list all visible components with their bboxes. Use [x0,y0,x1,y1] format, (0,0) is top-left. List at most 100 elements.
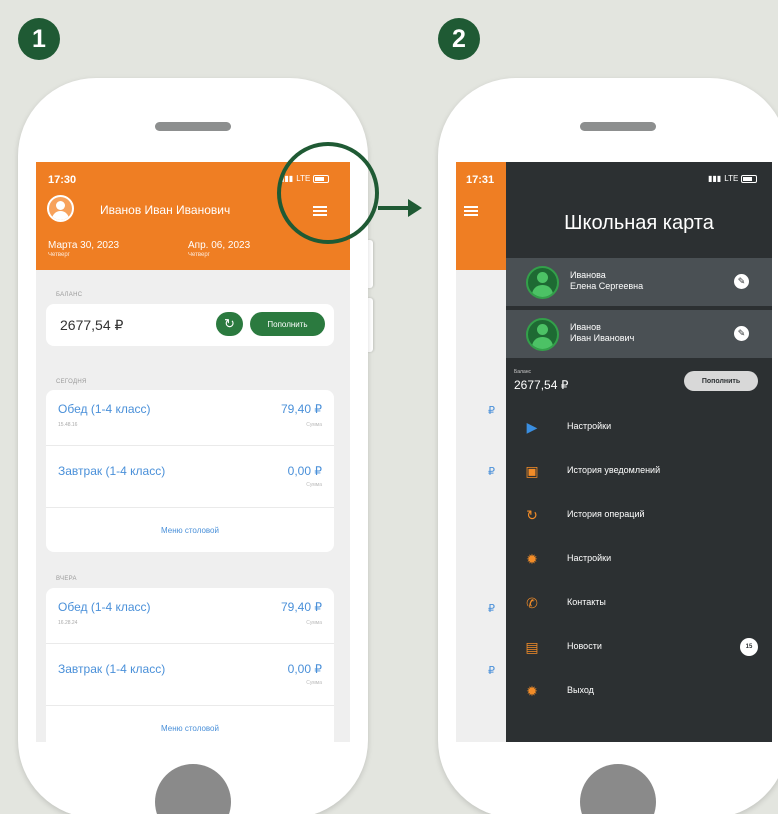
logout-icon: ✹ [526,683,538,699]
profile-name: Иванов Иван Иванович [570,322,634,344]
background-price: ₽ [488,405,495,417]
topup-button[interactable]: Пополнить [250,312,325,336]
network-label: LTE [724,174,739,183]
profile-row[interactable]: Иванова Елена Сергеевна ✎ [506,258,772,306]
battery-icon [741,174,758,183]
menu-item-label: Настройки [567,421,612,431]
date-weekday: Четверг [188,252,210,258]
menu-item-logout[interactable]: ✹ Выход [506,670,772,714]
phone-mockup-2: 17:31 ₽ ₽ ₽ ₽ ▮▮▮ LTE Школьная карта Ива… [438,78,778,814]
meal-row[interactable]: Обед (1-4 класс) 15.48.16 79,40 ₽ Сумма [46,390,334,446]
menu-item-news[interactable]: ▤ Новости 15 [506,626,772,670]
highlight-circle [277,142,379,244]
meal-time: 16.28.24 [58,620,78,626]
profile-name: Иванова Елена Сергеевна [570,270,643,292]
background-price: ₽ [488,603,495,615]
news-icon: ▤ [525,639,539,655]
menu-item-contacts[interactable]: ✆ Контакты [506,582,772,626]
meal-row[interactable]: Обед (1-4 класс) 16.28.24 79,40 ₽ Сумма [46,588,334,644]
menu-item-settings[interactable]: ▶ Настройки [506,406,772,450]
meal-price-label: Сумма [306,422,322,428]
date-from[interactable]: Марта 30, 2023 Четверг [48,240,119,258]
profile-row[interactable]: Иванов Иван Иванович ✎ [506,310,772,358]
today-card: Обед (1-4 класс) 15.48.16 79,40 ₽ Сумма … [46,390,334,552]
phone-speaker [155,122,231,131]
background-price: ₽ [488,466,495,478]
status-time: 17:31 [466,174,495,186]
news-count-badge: 15 [740,638,758,656]
status-time: 17:30 [48,174,77,186]
date-value: Марта 30, 2023 [48,240,120,251]
today-section-label: СЕГОДНЯ [56,379,87,385]
meal-price: 79,40 ₽ [281,600,322,614]
step-1-badge: 1 [18,18,60,60]
phone-speaker [580,122,656,131]
canteen-menu-link[interactable]: Меню столовой [46,526,334,535]
operations-history-icon: ↻ [526,507,538,523]
home-button [155,764,231,814]
meal-price: 0,00 ₽ [287,464,322,478]
menu-item-label: Новости [567,641,602,651]
menu-item-operations-history[interactable]: ↻ История операций [506,494,772,538]
header-user-name[interactable]: Иванов Иван Иванович [100,203,230,217]
signal-icon: ▮▮▮ [708,174,722,183]
menu-icon[interactable] [464,206,478,216]
menu-item-label: Контакты [567,597,606,607]
drawer-topup-button[interactable]: Пополнить [684,371,758,391]
app-screen-main: 17:30 ▮▮▮ LTE Иванов Иван Иванович Марта… [36,162,350,742]
background-price: ₽ [488,665,495,677]
canteen-menu-link[interactable]: Меню столовой [46,724,334,733]
refresh-icon: ↻ [224,316,235,331]
profile-first-name: Иван Иванович [570,333,635,343]
meal-name: Завтрак (1-4 класс) [58,464,166,478]
menu-item-label: Настройки [567,553,612,563]
menu-item-label: История уведомлений [567,465,661,475]
profile-first-name: Елена Сергеевна [570,281,644,291]
menu-item-label: Выход [567,685,594,695]
meal-name: Завтрак (1-4 класс) [58,662,166,676]
avatar[interactable] [47,195,74,222]
step-2-badge: 2 [438,18,480,60]
meal-time: 15.48.16 [58,422,78,428]
balance-card: 2677,54 ₽ ↻ Пополнить [46,304,334,346]
phone-icon: ✆ [526,595,538,611]
meal-row[interactable]: Завтрак (1-4 класс) 0,00 ₽ Сумма [46,644,334,706]
menu-item-notifications-history[interactable]: ▣ История уведомлений [506,450,772,494]
meal-price-label: Сумма [306,620,322,626]
side-drawer: ▮▮▮ LTE Школьная карта Иванова Елена Сер… [506,162,772,742]
menu-item-settings-2[interactable]: ✹ Настройки [506,538,772,582]
drawer-title: Школьная карта [564,212,714,234]
date-weekday: Четверг [48,252,70,258]
settings-icon: ▶ [526,419,538,435]
profile-last-name: Иванова [570,270,606,280]
meal-price: 79,40 ₽ [281,402,322,416]
avatar [526,266,559,299]
meal-price-label: Сумма [306,680,322,686]
date-value: Апр. 06, 2023 [188,240,251,251]
menu-item-label: История операций [567,509,645,519]
meal-row[interactable]: Завтрак (1-4 класс) 0,00 ₽ Сумма [46,446,334,508]
meal-name: Обед (1-4 класс) [58,600,151,614]
avatar [526,318,559,351]
date-to[interactable]: Апр. 06, 2023 Четверг [188,240,250,258]
app-header-behind: 17:31 [456,162,506,270]
yesterday-section-label: ВЧЕРА [56,576,77,582]
edit-icon[interactable]: ✎ [734,274,749,289]
yesterday-card: Обед (1-4 класс) 16.28.24 79,40 ₽ Сумма … [46,588,334,742]
meal-name: Обед (1-4 класс) [58,402,151,416]
drawer-balance-value: 2677,54 ₽ [514,378,569,392]
gear-icon: ✹ [526,551,538,567]
refresh-button[interactable]: ↻ [216,312,243,336]
app-screen-drawer: 17:31 ₽ ₽ ₽ ₽ ▮▮▮ LTE Школьная карта Ива… [456,162,772,742]
arrow-right-icon [408,199,422,217]
balance-section-label: БАЛАНС [56,292,83,298]
drawer-balance-label: Баланс [514,369,532,375]
meal-price: 0,00 ₽ [287,662,322,676]
meal-price-label: Сумма [306,482,322,488]
edit-icon[interactable]: ✎ [734,326,749,341]
balance-value: 2677,54 ₽ [60,317,124,333]
status-icons: ▮▮▮ LTE [708,174,758,183]
arrow-shaft [378,206,411,210]
notifications-history-icon: ▣ [525,463,539,479]
profile-last-name: Иванов [570,322,601,332]
